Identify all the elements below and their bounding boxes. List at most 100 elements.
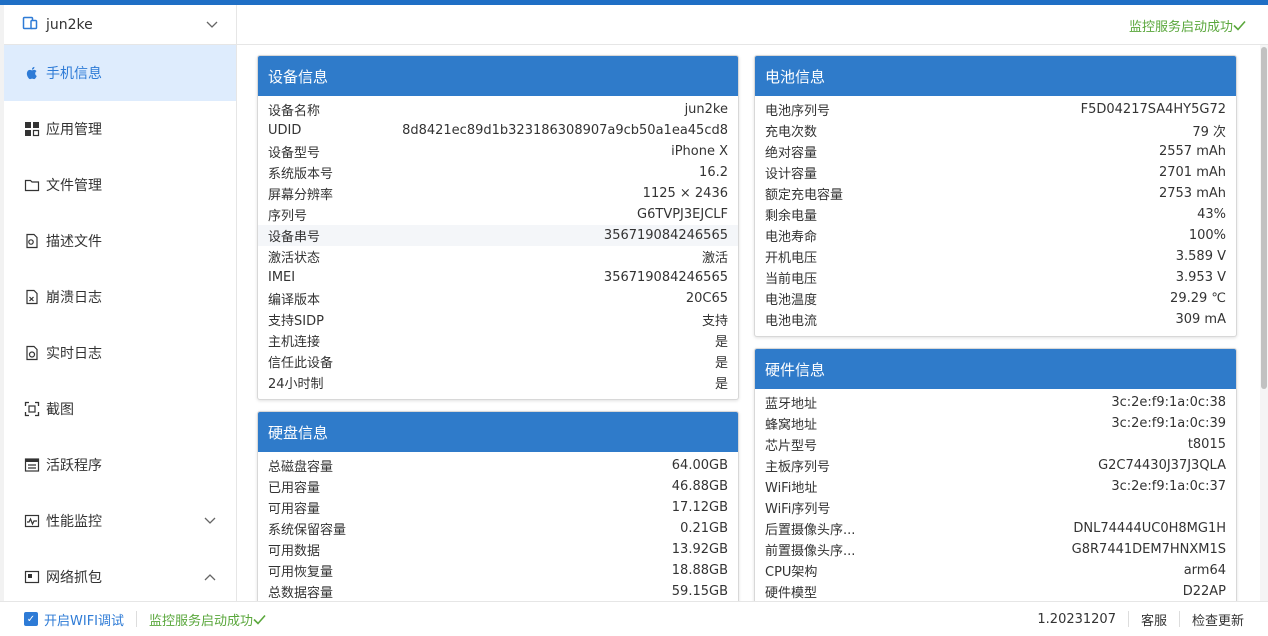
sidebar-item-network-capture[interactable]: 网络抓包 xyxy=(4,549,236,601)
info-key: 电池寿命 xyxy=(765,230,818,245)
info-key: 序列号 xyxy=(268,209,308,224)
sidebar: jun2ke 手机信息 应用管理 文件管理 描述文件 崩溃日志 实时日志 截图 … xyxy=(4,5,237,601)
sidebar-item-label: 应用管理 xyxy=(46,122,102,138)
info-row: 24小时制 是 xyxy=(268,372,728,393)
info-value: 2701 mAh xyxy=(1158,165,1226,180)
info-row: 总数据容量 59.15GB xyxy=(268,581,728,601)
card-title: 设备信息 xyxy=(258,56,738,96)
info-value: 支持 xyxy=(701,314,728,329)
sidebar-item-crash-logs[interactable]: 崩溃日志 xyxy=(4,269,236,325)
info-row: 可用数据 13.92GB xyxy=(268,539,728,560)
info-key: 系统版本号 xyxy=(268,167,334,182)
info-value: D22AP xyxy=(1182,584,1226,599)
info-value: DNL74444UC0H8MG1H xyxy=(1073,521,1226,536)
info-value: 59.15GB xyxy=(671,584,728,599)
monitor-status-footer: 监控服务启动成功 xyxy=(149,610,266,629)
sidebar-item-app-manage[interactable]: 应用管理 xyxy=(4,101,236,157)
info-value: t8015 xyxy=(1187,437,1226,452)
info-row: 电池温度 29.29 ℃ xyxy=(765,288,1226,309)
active-app-icon xyxy=(24,457,40,473)
info-value: 2557 mAh xyxy=(1158,144,1226,159)
info-key: CPU架构 xyxy=(765,565,818,580)
info-value: 3c:2e:f9:1a:0c:39 xyxy=(1111,416,1226,431)
info-key: 蜂窝地址 xyxy=(765,418,818,433)
info-value: jun2ke xyxy=(684,102,728,117)
info-value: 64.00GB xyxy=(671,458,728,473)
battery-info-list: 电池序列号 F5D04217SA4HY5G72 充电次数 79 次绝对容量 2557 m… xyxy=(755,96,1236,330)
info-row: UDID 8d8421ec89d1b323186308907a9cb50a1ea4… xyxy=(268,120,728,141)
wifi-debug-checkbox[interactable]: ✓ xyxy=(24,612,38,626)
sidebar-item-active-apps[interactable]: 活跃程序 xyxy=(4,437,236,493)
folder-icon xyxy=(24,177,40,193)
info-value: 43% xyxy=(1197,207,1226,222)
check-update-link[interactable]: 检查更新 xyxy=(1192,610,1244,629)
device-info-card: 设备信息 设备名称 jun2ke UDID 8d8421ec89d1b32318630… xyxy=(257,55,739,400)
sidebar-item-screenshot[interactable]: 截图 xyxy=(4,381,236,437)
info-key: 蓝牙地址 xyxy=(765,397,818,412)
realtime-log-icon xyxy=(24,345,40,361)
info-value: F5D04217SA4HY5G72 xyxy=(1080,102,1226,117)
device-name: jun2ke xyxy=(46,16,93,33)
performance-icon xyxy=(24,513,40,529)
disk-info-card: 硬盘信息 总磁盘容量 64.00GB 已用容量 46.88GB 可用容量 17.12GB 系… xyxy=(257,411,739,601)
info-row: WiFi序列号 xyxy=(765,497,1226,518)
info-key: 设备串号 xyxy=(268,230,321,245)
sidebar-item-profiles[interactable]: 描述文件 xyxy=(4,213,236,269)
sidebar-item-performance[interactable]: 性能监控 xyxy=(4,493,236,549)
sidebar-item-label: 手机信息 xyxy=(46,66,102,82)
info-row: 主机连接 是 xyxy=(268,330,728,351)
sidebar-item-label: 活跃程序 xyxy=(46,458,102,474)
scrollbar-thumb[interactable] xyxy=(1261,47,1267,389)
info-row: 绝对容量 2557 mAh xyxy=(765,141,1226,162)
info-row: 芯片型号 t8015 xyxy=(765,434,1226,455)
info-key: 后置摄像头序... xyxy=(765,523,856,538)
info-row: IMEI 356719084246565 xyxy=(268,267,728,288)
info-value: G2C74430J37J3QLA xyxy=(1098,458,1226,473)
footer-bar: ✓ 开启WIFI调试 监控服务启动成功 1.20231207 客服 检查更新 xyxy=(0,601,1268,636)
info-value: 2753 mAh xyxy=(1158,186,1226,201)
info-key: 主板序列号 xyxy=(765,460,831,475)
info-row: 前置摄像头序... G8R7441DEM7HNXM1S xyxy=(765,539,1226,560)
info-value: 3c:2e:f9:1a:0c:37 xyxy=(1111,479,1226,494)
info-key: IMEI xyxy=(268,270,296,285)
info-value: 8d8421ec89d1b323186308907a9cb50a1ea45cd8 xyxy=(402,123,728,138)
info-row: 电池寿命 100% xyxy=(765,225,1226,246)
divider xyxy=(1178,611,1180,627)
sidebar-item-phone-info[interactable]: 手机信息 xyxy=(4,45,236,101)
info-key: 电池电流 xyxy=(765,314,818,329)
info-value: 3.589 V xyxy=(1175,249,1226,264)
wifi-debug-label[interactable]: 开启WIFI调试 xyxy=(44,610,124,629)
info-value: 3.953 V xyxy=(1175,270,1226,285)
info-value: 是 xyxy=(714,377,728,392)
network-capture-icon xyxy=(24,569,40,585)
info-key: 额定充电容量 xyxy=(765,188,844,203)
info-key: 可用恢复量 xyxy=(268,565,334,580)
info-value: 是 xyxy=(714,335,728,350)
device-info-list: 设备名称 jun2ke UDID 8d8421ec89d1b323186308907a… xyxy=(258,96,738,393)
device-selector[interactable]: jun2ke xyxy=(4,5,236,45)
info-value: iPhone X xyxy=(671,144,728,159)
info-row: 可用容量 17.12GB xyxy=(268,497,728,518)
divider xyxy=(136,611,137,627)
sidebar-item-file-manage[interactable]: 文件管理 xyxy=(4,157,236,213)
info-key: 电池序列号 xyxy=(765,104,831,119)
info-value: 356719084246565 xyxy=(603,270,728,285)
support-link[interactable]: 客服 xyxy=(1141,610,1167,629)
sidebar-item-label: 性能监控 xyxy=(46,514,102,530)
info-row: 充电次数 79 次 xyxy=(765,120,1226,141)
info-row: 额定充电容量 2753 mAh xyxy=(765,183,1226,204)
hardware-info-card: 硬件信息 蓝牙地址 3c:2e:f9:1a:0c:38 蜂窝地址 3c:2e:f9:1… xyxy=(754,348,1237,601)
info-key: 屏幕分辨率 xyxy=(268,188,334,203)
info-value: 是 xyxy=(714,356,728,371)
info-row: 总磁盘容量 64.00GB xyxy=(268,455,728,476)
sidebar-item-label: 描述文件 xyxy=(46,234,102,250)
info-value: 29.29 ℃ xyxy=(1170,291,1226,306)
sidebar-item-realtime-logs[interactable]: 实时日志 xyxy=(4,325,236,381)
card-title: 电池信息 xyxy=(755,56,1236,96)
info-value: 79 次 xyxy=(1192,125,1226,140)
info-row: 可用恢复量 18.88GB xyxy=(268,560,728,581)
info-key: 设计容量 xyxy=(765,167,818,182)
info-key: 硬件模型 xyxy=(765,586,818,601)
info-value: G6TVPJ3EJCLF xyxy=(637,207,728,222)
info-key: 绝对容量 xyxy=(765,146,818,161)
